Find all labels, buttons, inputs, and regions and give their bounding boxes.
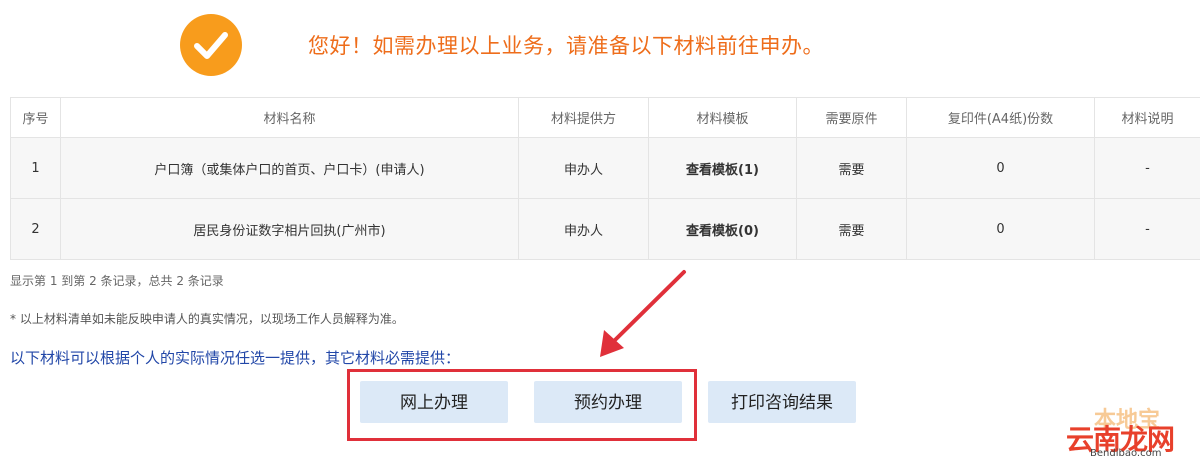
row-original-required: 需要 bbox=[796, 198, 907, 260]
col-header-template: 材料模板 bbox=[648, 97, 797, 138]
row-material-name: 居民身份证数字相片回执(广州市) bbox=[60, 198, 519, 260]
watermark-url: Bendibao.com bbox=[1090, 448, 1162, 459]
row-note: - bbox=[1094, 198, 1200, 260]
table-header-row: 序号 材料名称 材料提供方 材料模板 需要原件 复印件(A4纸)份数 材料说明 bbox=[10, 97, 1200, 138]
records-summary: 显示第 1 到第 2 条记录，总共 2 条记录 bbox=[10, 274, 224, 288]
print-result-button[interactable]: 打印咨询结果 bbox=[708, 381, 856, 423]
row-material-name: 户口簿（或集体户口的首页、户口卡）(申请人) bbox=[60, 137, 519, 199]
row-provider: 申办人 bbox=[518, 137, 649, 199]
row-index: 1 bbox=[10, 137, 61, 199]
col-header-copies: 复印件(A4纸)份数 bbox=[906, 97, 1095, 138]
col-header-name: 材料名称 bbox=[60, 97, 519, 138]
headline-message: 您好！如需办理以上业务，请准备以下材料前往申办。 bbox=[308, 34, 824, 58]
row-provider: 申办人 bbox=[518, 198, 649, 260]
row-index: 2 bbox=[10, 198, 61, 260]
row-copies: 0 bbox=[906, 137, 1095, 199]
col-header-index: 序号 bbox=[10, 97, 61, 138]
optional-materials-text: 以下材料可以根据个人的实际情况任选一提供，其它材料必需提供： bbox=[10, 349, 461, 367]
disclaimer-note: * 以上材料清单如未能反映申请人的真实情况，以现场工作人员解释为准。 bbox=[10, 312, 404, 326]
row-copies: 0 bbox=[906, 198, 1095, 260]
row-note: - bbox=[1094, 137, 1200, 199]
view-template-link[interactable]: 查看模板(0) bbox=[648, 198, 797, 260]
table-row: 1 户口簿（或集体户口的首页、户口卡）(申请人) 申办人 查看模板(1) 需要 … bbox=[10, 137, 1200, 199]
success-check-icon bbox=[180, 14, 242, 76]
col-header-note: 材料说明 bbox=[1094, 97, 1200, 138]
materials-table: 序号 材料名称 材料提供方 材料模板 需要原件 复印件(A4纸)份数 材料说明 … bbox=[10, 97, 1200, 260]
highlight-box bbox=[347, 369, 697, 441]
col-header-provider: 材料提供方 bbox=[518, 97, 649, 138]
table-row: 2 居民身份证数字相片回执(广州市) 申办人 查看模板(0) 需要 0 - bbox=[10, 198, 1200, 260]
col-header-original: 需要原件 bbox=[796, 97, 907, 138]
view-template-link[interactable]: 查看模板(1) bbox=[648, 137, 797, 199]
row-original-required: 需要 bbox=[796, 137, 907, 199]
